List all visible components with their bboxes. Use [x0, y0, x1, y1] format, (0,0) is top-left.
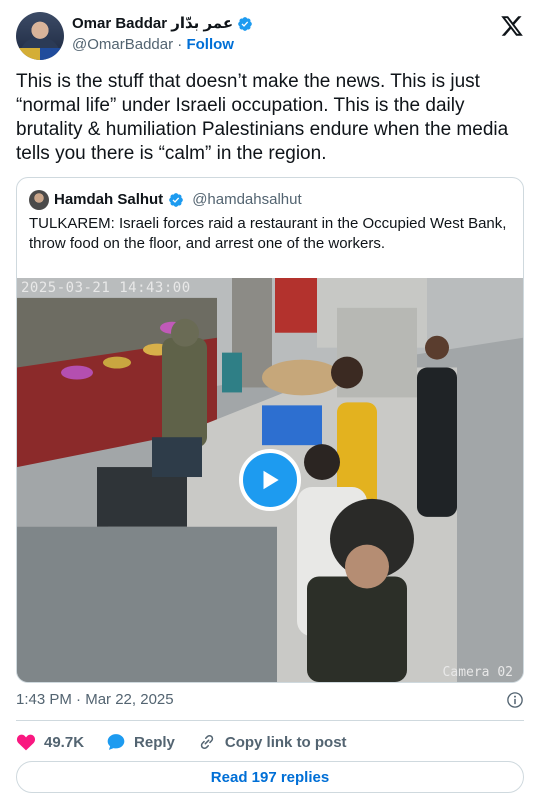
action-bar: 49.7K Reply Copy link to post — [16, 731, 524, 753]
play-button[interactable] — [239, 449, 301, 511]
copy-link-label: Copy link to post — [224, 733, 347, 751]
tweet-meta: 1:43 PM · Mar 22, 2025 — [16, 689, 524, 711]
reply-button[interactable]: Reply — [106, 732, 175, 752]
copy-link-button[interactable]: Copy link to post — [197, 732, 347, 752]
author-avatar[interactable] — [16, 12, 64, 60]
like-button[interactable]: 49.7K — [16, 732, 84, 752]
read-replies-button[interactable]: Read 197 replies — [16, 761, 524, 793]
quoted-author-name: Hamdah Salhut — [54, 191, 164, 208]
quoted-tweet[interactable]: Hamdah Salhut @hamdahsalhut TULKAREM: Is… — [16, 177, 524, 683]
heart-icon — [16, 734, 36, 751]
embedded-tweet-card: Omar Baddar عمر بدّار @OmarBaddar · Foll… — [0, 0, 540, 808]
link-icon — [200, 734, 214, 750]
author-name[interactable]: Omar Baddar عمر بدّار — [72, 14, 233, 34]
tweet-date[interactable]: Mar 22, 2025 — [85, 691, 173, 708]
tweet-time[interactable]: 1:43 PM — [16, 691, 72, 708]
follow-link[interactable]: Follow — [186, 36, 234, 53]
meta-separator: · — [76, 691, 82, 708]
author-info: Omar Baddar عمر بدّار @OmarBaddar · Foll… — [72, 14, 253, 55]
divider — [16, 720, 524, 721]
x-logo-icon[interactable] — [500, 14, 524, 38]
quoted-author-avatar — [29, 190, 49, 210]
author-handle[interactable]: @OmarBaddar — [72, 36, 173, 53]
tweet-header: Omar Baddar عمر بدّار @OmarBaddar · Foll… — [16, 10, 524, 62]
like-count: 49.7K — [44, 733, 85, 751]
video-player[interactable]: 2025-03-21 14:43:00 Camera 02 — [17, 278, 523, 682]
quoted-tweet-text: TULKAREM: Israeli forces raid a restaura… — [29, 215, 507, 252]
info-icon[interactable] — [506, 691, 524, 709]
verified-badge-icon — [169, 193, 184, 207]
play-icon — [263, 470, 279, 490]
video-timestamp-overlay: 2025-03-21 14:43:00 — [21, 280, 191, 296]
handle-separator: · — [177, 36, 183, 53]
camera-label-overlay: Camera 02 — [442, 665, 513, 680]
reply-label: Reply — [134, 733, 175, 751]
quoted-tweet-header: Hamdah Salhut @hamdahsalhut — [29, 190, 302, 210]
quoted-author-handle: @hamdahsalhut — [192, 191, 302, 208]
reply-bubble-icon — [107, 734, 125, 750]
tweet-text: This is the stuff that doesn’t make the … — [16, 71, 509, 164]
verified-badge-icon — [238, 17, 252, 31]
